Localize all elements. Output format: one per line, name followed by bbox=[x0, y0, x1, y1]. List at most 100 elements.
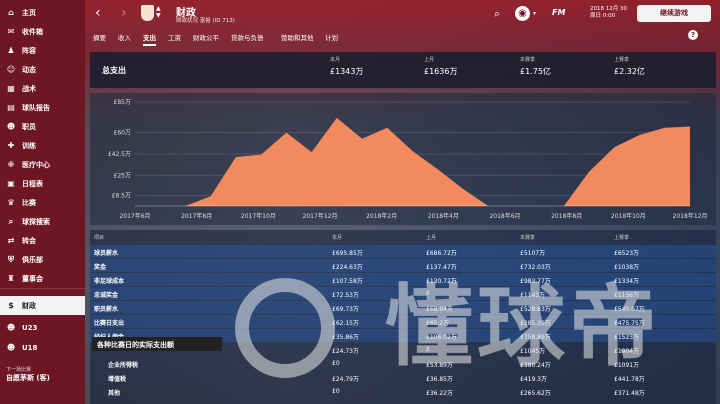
sidebar-item-board[interactable]: ♜ 董事会 bbox=[0, 269, 85, 288]
sidebar-item-label: 职员 bbox=[22, 122, 36, 131]
row-label: 奖金 bbox=[94, 264, 107, 271]
sidebar-item-label: 俱乐部 bbox=[22, 255, 43, 264]
tab-0[interactable]: 摘要 bbox=[93, 32, 106, 42]
page-subtitle: 财政状况 富裕 (ID 713) bbox=[176, 18, 235, 24]
sidebar-item-u23[interactable]: ☻ U23 bbox=[0, 318, 85, 337]
table-row[interactable]: 企业所得税 £0 £53.89万 £380.24万 £1091万 bbox=[90, 357, 716, 370]
sidebar-item-label: 比赛 bbox=[22, 198, 36, 207]
sidebar-item-squad[interactable]: ♟ 阵容 bbox=[0, 41, 85, 60]
row-value: £545.67万 bbox=[614, 306, 645, 313]
sidebar-item-competition[interactable]: ♛ 比赛 bbox=[0, 193, 85, 212]
table-row[interactable]: 比赛日支出 £62.15万 £65.2万 £285.39万 £475.75万 bbox=[90, 315, 716, 328]
continue-button[interactable]: 继续游戏 bbox=[637, 5, 711, 22]
summary-value: £1636万 bbox=[424, 67, 458, 76]
expenditure-table: 项目 本月 上月 本赛季 上赛季 球员薪水 £695.85万 £686.72万 £51… bbox=[90, 230, 716, 404]
table-header-last-season: 上赛季 bbox=[614, 235, 630, 241]
table-row[interactable]: 球员薪水 £695.85万 £686.72万 £5107万 £6523万 bbox=[90, 245, 716, 258]
sidebar-item-training[interactable]: ✚ 训练 bbox=[0, 136, 85, 155]
x-tick-label: 2018年6月 bbox=[489, 212, 520, 220]
training-icon: ✚ bbox=[7, 141, 15, 150]
tab-5[interactable]: 贷款与负债 bbox=[231, 32, 264, 42]
sidebar-item-transfers[interactable]: ⇄ 转会 bbox=[0, 231, 85, 250]
search-icon[interactable]: ⌕ bbox=[494, 7, 500, 21]
back-arrow-icon[interactable]: ‹ bbox=[95, 5, 101, 21]
medical-icon: ✙ bbox=[7, 160, 15, 169]
tab-6[interactable]: 赞助和其他 bbox=[281, 32, 314, 42]
tactics-icon: ▦ bbox=[7, 84, 15, 93]
row-value: £0 bbox=[332, 388, 340, 395]
y-tick-label: £60万 bbox=[114, 130, 131, 137]
sidebar-item-club[interactable]: ⛨ 俱乐部 bbox=[0, 250, 85, 269]
tab-7[interactable]: 计划 bbox=[325, 32, 338, 42]
tab-4[interactable]: 财政公平 bbox=[193, 32, 219, 42]
expenditure-chart[interactable]: £8.5万 £25万 £42.5万 £60万 £85万 2017年6月 2017年8月 201… bbox=[90, 93, 716, 225]
row-value: £53.89万 bbox=[426, 362, 453, 369]
row-value: £1156万 bbox=[614, 292, 640, 299]
row-value: £419.3万 bbox=[520, 376, 547, 383]
row-label: 球员薪水 bbox=[94, 250, 119, 257]
fm-logo[interactable]: FM bbox=[552, 8, 565, 17]
sidebar-item-medical[interactable]: ✙ 医疗中心 bbox=[0, 155, 85, 174]
forward-arrow-icon[interactable]: › bbox=[121, 5, 127, 21]
table-row[interactable]: 非足球成本 £107.58万 £130.72万 £983.77万 £1334万 bbox=[90, 273, 716, 286]
row-value: £1045万 bbox=[520, 348, 546, 355]
row-value: £24.79万 bbox=[332, 376, 359, 383]
help-icon[interactable]: ? bbox=[688, 30, 698, 40]
row-value: £1038万 bbox=[614, 264, 640, 271]
table-header-last-month: 上月 bbox=[426, 235, 437, 241]
sidebar-item-tactics[interactable]: ▦ 战术 bbox=[0, 79, 85, 98]
sidebar-item-label: 训练 bbox=[22, 141, 36, 150]
table-header-item: 项目 bbox=[94, 235, 105, 241]
tab-2[interactable]: 支出 bbox=[143, 32, 156, 46]
row-value: £224.63万 bbox=[332, 264, 363, 271]
globe-icon[interactable]: ◉ bbox=[515, 6, 530, 21]
sidebar-item-u18[interactable]: ☻ U18 bbox=[0, 338, 85, 357]
next-match[interactable]: 下一场比赛 自愿茅斯 (客) bbox=[6, 366, 84, 383]
tab-3[interactable]: 工资 bbox=[168, 32, 181, 42]
row-value: £24.73万 bbox=[332, 348, 359, 355]
row-value: £983.77万 bbox=[520, 278, 551, 285]
summary-label: 总支出 bbox=[102, 66, 126, 75]
table-row[interactable]: 奖金 £224.63万 £137.47万 £732.03万 £1038万 bbox=[90, 259, 716, 272]
x-tick-label: 2018年2月 bbox=[366, 212, 397, 220]
x-tick-label: 2017年12月 bbox=[303, 212, 338, 220]
tab-1[interactable]: 收入 bbox=[118, 32, 131, 42]
sidebar-item-staff[interactable]: ☻ 职员 bbox=[0, 117, 85, 136]
row-value: £265.62万 bbox=[520, 390, 551, 397]
sidebar-item-label: U23 bbox=[22, 323, 38, 332]
sidebar-divider bbox=[0, 288, 85, 289]
table-row[interactable]: 职员薪水 £69.73万 £68.94万 £528.83万 £545.67万 bbox=[90, 301, 716, 314]
expense-area-segment-0[interactable] bbox=[135, 117, 514, 206]
table-row[interactable]: 增值税 £24.79万 £36.85万 £419.3万 £441.78万 bbox=[90, 371, 716, 384]
row-value: £5107万 bbox=[520, 250, 546, 257]
expense-area-segment-1[interactable] bbox=[563, 126, 690, 206]
table-row[interactable]: 其他 £0 £36.22万 £265.62万 £371.48万 bbox=[90, 385, 716, 398]
row-label: 忠诚奖金 bbox=[94, 292, 119, 299]
chart-svg: £8.5万 £25万 £42.5万 £60万 £85万 2017年6月 2017年8月 201… bbox=[108, 99, 708, 220]
row-label: 比赛日支出 bbox=[94, 320, 125, 327]
x-tick-label: 2018年10月 bbox=[611, 212, 646, 220]
row-value: £130.72万 bbox=[426, 278, 457, 285]
row-value: £695.85万 bbox=[332, 250, 363, 257]
table-row[interactable]: 忠诚奖金 £72.53万 £ £1143万 £1156万 bbox=[90, 287, 716, 300]
row-value: £36.22万 bbox=[426, 390, 453, 397]
sidebar-item-finances[interactable]: $ 财政 bbox=[0, 296, 85, 315]
sidebar-item-label: 转会 bbox=[22, 236, 36, 245]
chevron-down-icon[interactable]: ▾ bbox=[533, 10, 536, 17]
row-value: £475.75万 bbox=[614, 320, 645, 327]
sidebar-item-dynamics[interactable]: ☺ 动态 bbox=[0, 60, 85, 79]
sidebar-item-report[interactable]: ▤ 球队报告 bbox=[0, 98, 85, 117]
sidebar-item-calendar[interactable]: ▣ 日程表 bbox=[0, 174, 85, 193]
staff-icon: ☻ bbox=[6, 122, 16, 131]
sidebar-item-label: 主页 bbox=[22, 8, 36, 17]
dynamics-icon: ☺ bbox=[6, 65, 16, 74]
club-switch-icon[interactable]: ▲ ▼ bbox=[156, 5, 161, 19]
row-value: £686.72万 bbox=[426, 250, 457, 257]
sidebar-item-home[interactable]: ⌂ 主页 bbox=[0, 3, 85, 22]
sidebar-item-inbox[interactable]: ✉ 收件箱 bbox=[0, 22, 85, 41]
sidebar-item-scouting[interactable]: ⌕ 球探搜索 bbox=[0, 212, 85, 231]
x-tick-label: 2018年12月 bbox=[673, 212, 708, 220]
date-line-1: 2018 12月 30 bbox=[590, 6, 627, 12]
row-value: £65.2万 bbox=[426, 320, 450, 327]
club-crest-icon[interactable] bbox=[141, 5, 154, 21]
